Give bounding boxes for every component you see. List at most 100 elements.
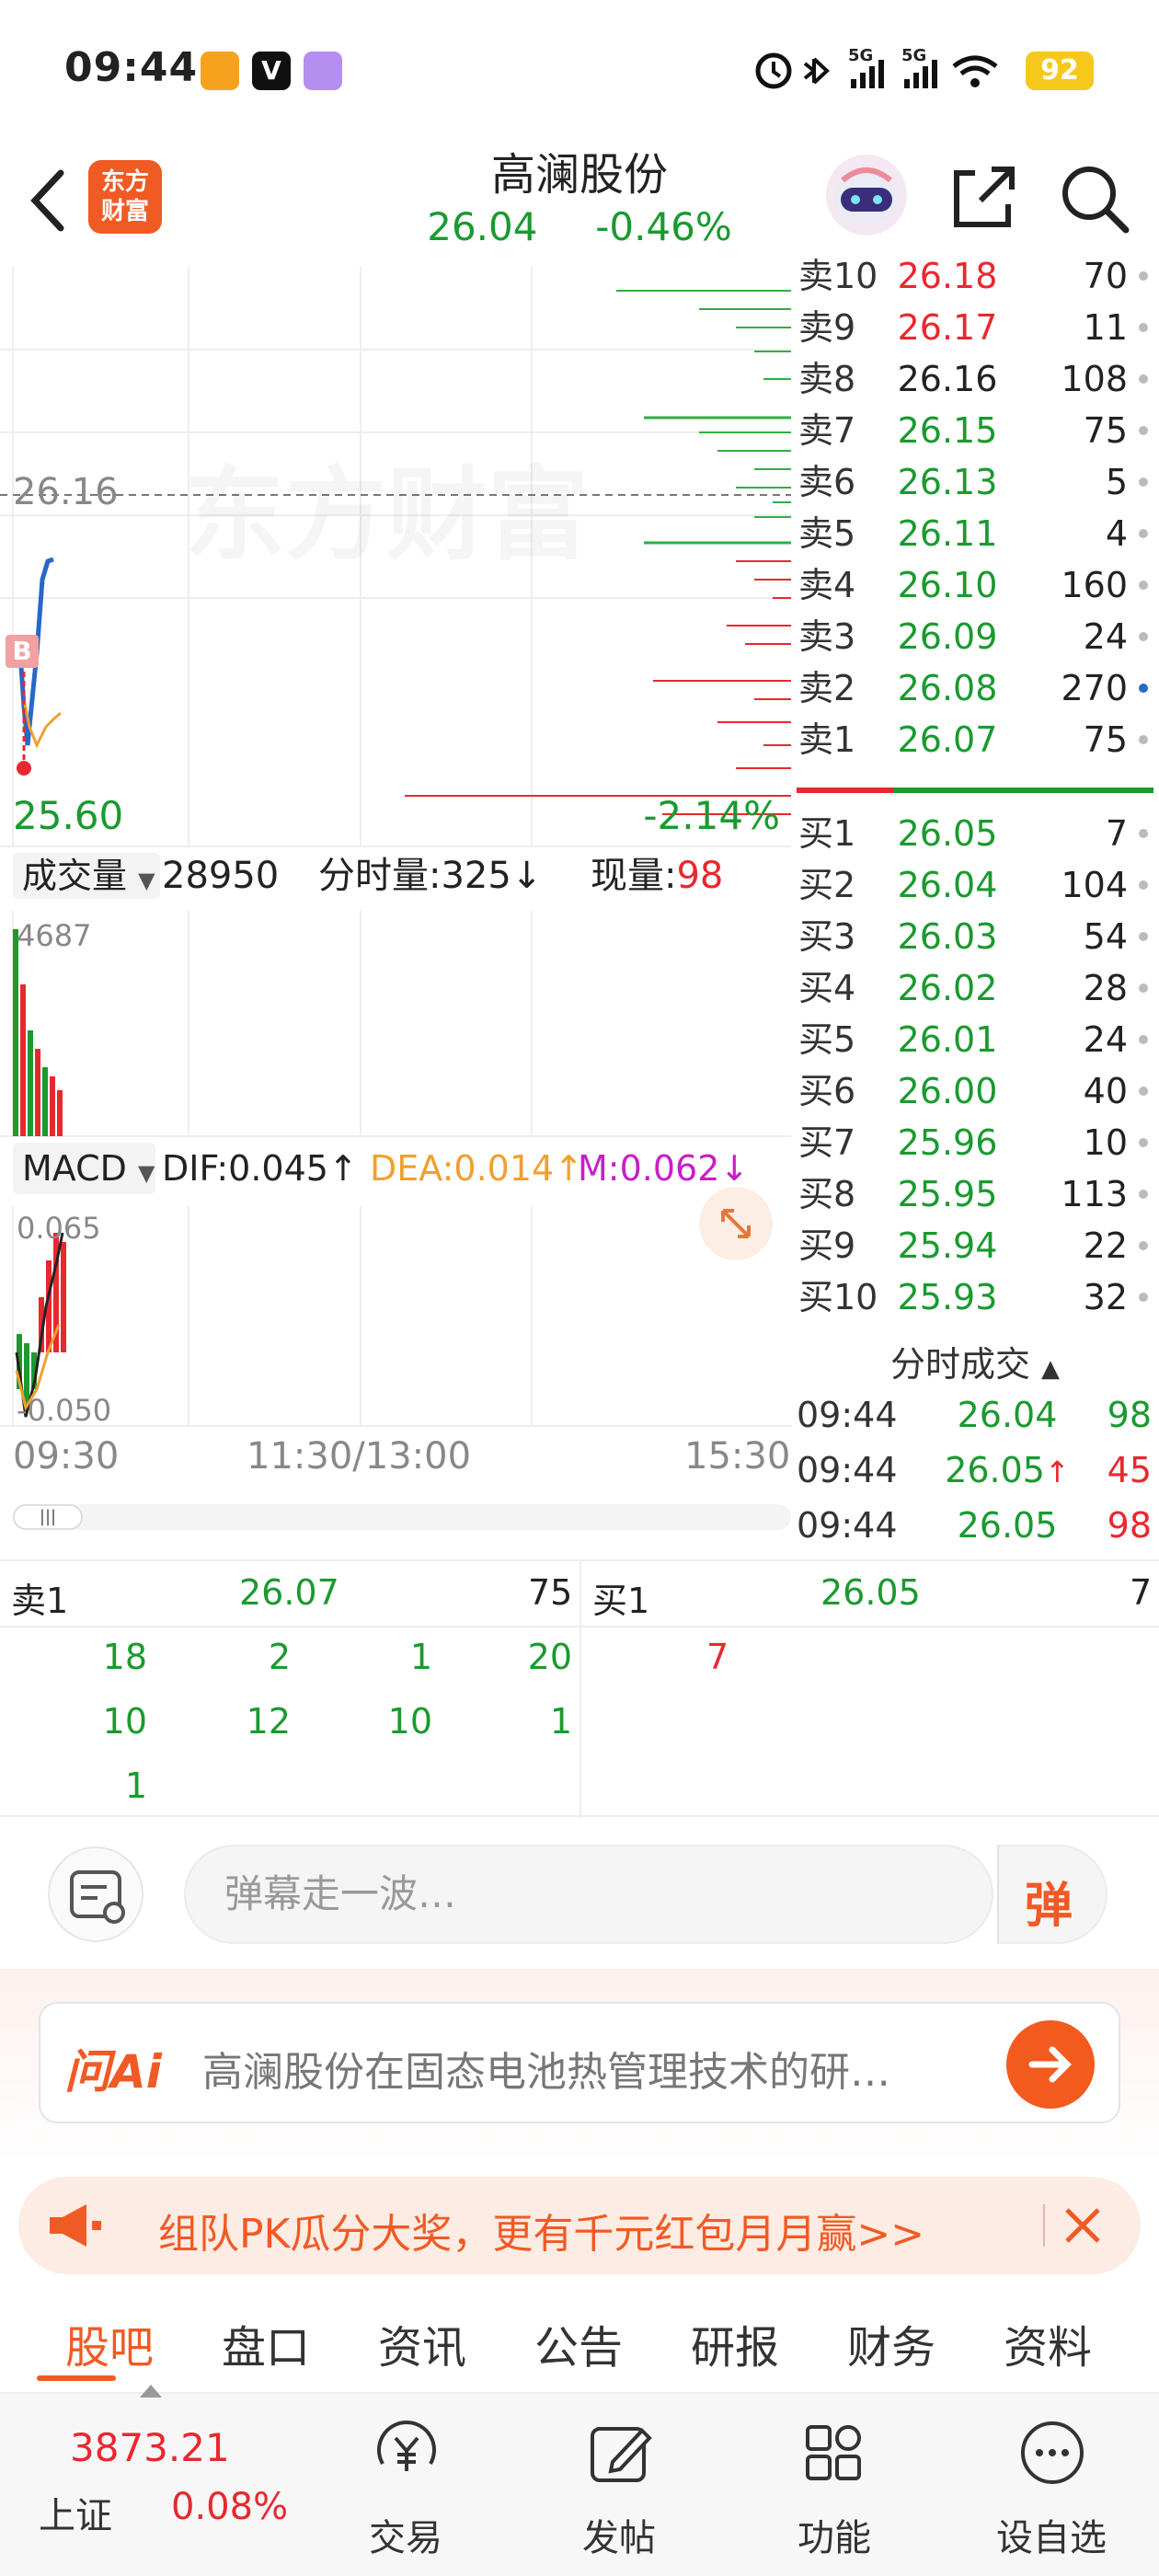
tab-2[interactable]: 资讯 xyxy=(344,2311,500,2375)
orderbook-row[interactable]: 卖6 26.13 5 xyxy=(791,456,1159,508)
level-label: 卖5 xyxy=(798,513,856,554)
danmu-settings-button[interactable] xyxy=(48,1846,143,1942)
level-volume: 113 xyxy=(1061,1174,1128,1214)
orderbook-row[interactable]: 买7 25.96 10 xyxy=(791,1117,1159,1168)
orderbook-row[interactable]: 卖2 26.08 270 xyxy=(791,662,1159,714)
search-icon[interactable] xyxy=(1056,160,1133,237)
level-indicator-dot xyxy=(1139,1241,1148,1250)
tab-1[interactable]: 盘口 xyxy=(188,2311,344,2375)
level-price: 26.02 xyxy=(897,968,998,1008)
low-pct-label: -2.14% xyxy=(643,793,780,838)
signal-5g-label: 5G xyxy=(901,46,927,65)
intraday-chart-area[interactable]: 东方财富 26.16 25.60 -2.14% B 成交量 ▼ 28950 分时… xyxy=(0,267,791,1555)
level-volume: 75 xyxy=(1083,719,1128,760)
level-volume: 40 xyxy=(1083,1071,1128,1111)
level-label: 卖2 xyxy=(798,668,856,708)
queue-buy-label: 买1 xyxy=(592,1581,650,1621)
ai-question-box[interactable]: 问Ai 高澜股份在固态电池热管理技术的研… xyxy=(39,2002,1120,2123)
trade-volume: 98 xyxy=(1107,1505,1152,1546)
ai-go-button[interactable] xyxy=(1006,2020,1095,2109)
bid-ask-ratio-bar xyxy=(797,788,1153,793)
level-indicator-dot xyxy=(1139,323,1148,332)
sell-queue-item: 1 xyxy=(409,1637,432,1677)
level-indicator-dot xyxy=(1139,684,1148,693)
orderbook-row[interactable]: 卖8 26.16 108 xyxy=(791,353,1159,405)
orderbook-row[interactable]: 买4 26.02 28 xyxy=(791,962,1159,1014)
orderbook-row[interactable]: 买6 26.00 40 xyxy=(791,1065,1159,1117)
index-quote[interactable]: 3873.21 上证 0.08% xyxy=(0,2385,331,2576)
level1-queue[interactable]: 卖1 26.07 75 买1 26.05 7 18 2 1 20 10 12 10 1 1 7 xyxy=(0,1559,1159,1819)
danmu-send-button[interactable]: 弹 xyxy=(997,1845,1107,1944)
nav-trade[interactable]: 交易 xyxy=(337,2394,475,2576)
tab-5[interactable]: 财务 xyxy=(813,2311,970,2375)
sell-queue-item: 10 xyxy=(387,1701,432,1742)
nav-functions[interactable]: 功能 xyxy=(765,2394,903,2576)
level-volume: 10 xyxy=(1083,1122,1128,1163)
orderbook-row[interactable]: 买3 26.03 54 xyxy=(791,911,1159,962)
ai-robot-icon[interactable] xyxy=(824,153,909,237)
level-volume: 24 xyxy=(1083,616,1128,657)
orderbook-row[interactable]: 卖4 26.10 160 xyxy=(791,559,1159,611)
ref-price-label: 26.16 xyxy=(13,471,119,513)
tab-4[interactable]: 研报 xyxy=(657,2311,813,2375)
orderbook-row[interactable]: 买8 25.95 113 xyxy=(791,1168,1159,1220)
buy-marker[interactable]: B xyxy=(6,635,39,668)
chart-scrollbar[interactable]: ||| xyxy=(13,1504,791,1530)
back-icon[interactable] xyxy=(24,164,79,237)
orderbook-row[interactable]: 卖7 26.15 75 xyxy=(791,405,1159,456)
signal-5g-label: 5G xyxy=(848,46,874,65)
tab-3[interactable]: 公告 xyxy=(500,2311,657,2375)
app-notification-icon xyxy=(304,52,342,90)
level-indicator-dot xyxy=(1139,1190,1148,1199)
app-notification-icon xyxy=(201,52,239,90)
level-label: 卖1 xyxy=(798,719,856,760)
orderbook-row[interactable]: 买2 26.04 104 xyxy=(791,859,1159,911)
macd-bars xyxy=(15,1232,66,1418)
trade-time: 09:44 xyxy=(797,1395,898,1435)
nav-post[interactable]: 发帖 xyxy=(550,2394,688,2576)
index-value: 3873.21 xyxy=(70,2425,230,2470)
level-label: 卖9 xyxy=(798,307,856,348)
level-price: 26.04 xyxy=(897,865,998,905)
orderbook-row[interactable]: 卖10 26.18 70 xyxy=(791,250,1159,302)
ai-section: 问Ai 高澜股份在固态电池热管理技术的研… xyxy=(0,1969,1159,2162)
orderbook-row[interactable]: 卖3 26.09 24 xyxy=(791,611,1159,662)
tab-0[interactable]: 股吧 xyxy=(31,2311,188,2375)
macd-dif: DIF:0.045↑ xyxy=(162,1148,358,1189)
level-volume: 108 xyxy=(1061,359,1128,399)
eastmoney-logo[interactable]: 东方 财富 xyxy=(88,160,162,234)
level-indicator-dot xyxy=(1139,983,1148,993)
queue-buy-price: 26.05 xyxy=(820,1572,921,1613)
orderbook-row[interactable]: 买9 25.94 22 xyxy=(791,1220,1159,1271)
tick-trades-header[interactable]: 分时成交 ▲ xyxy=(791,1336,1159,1386)
orderbook-row[interactable]: 买5 26.01 24 xyxy=(791,1014,1159,1065)
trade-price: 26.05 xyxy=(957,1505,1058,1546)
orderbook-row[interactable]: 卖5 26.11 4 xyxy=(791,508,1159,559)
level-volume: 104 xyxy=(1061,865,1128,905)
level-price: 25.95 xyxy=(897,1174,998,1214)
tab-6[interactable]: 资料 xyxy=(970,2311,1126,2375)
orderbook-row[interactable]: 卖1 26.07 75 xyxy=(791,714,1159,765)
close-icon[interactable] xyxy=(1058,2201,1107,2250)
scroll-handle[interactable]: ||| xyxy=(13,1504,83,1530)
danmu-input[interactable]: 弹幕走一波… xyxy=(184,1845,993,1944)
nav-add-watchlist[interactable]: 设自选 xyxy=(982,2394,1120,2576)
level-volume: 75 xyxy=(1083,410,1128,451)
low-price-label: 25.60 xyxy=(13,793,124,838)
volume-indicator-dropdown[interactable]: 成交量 ▼ xyxy=(13,853,160,899)
macd-indicator-dropdown[interactable]: MACD ▼ xyxy=(13,1143,155,1194)
ai-label: 问Ai xyxy=(64,2045,162,2099)
orderbook-row[interactable]: 买1 26.05 7 xyxy=(791,808,1159,859)
trade-time: 09:44 xyxy=(797,1450,898,1490)
orderbook-row[interactable]: 买10 25.93 32 xyxy=(791,1271,1159,1323)
level-label: 买8 xyxy=(798,1174,856,1214)
level-label: 卖4 xyxy=(798,565,856,605)
sell-queue-item: 10 xyxy=(102,1701,147,1742)
queue-buy-vol: 7 xyxy=(1130,1572,1153,1613)
orderbook-row[interactable]: 卖9 26.17 11 xyxy=(791,302,1159,353)
promo-banner[interactable]: 组队PK瓜分大奖，更有千元红包月月赢>> xyxy=(18,2177,1141,2274)
level-price: 26.09 xyxy=(897,616,998,657)
level-label: 买7 xyxy=(798,1122,856,1163)
share-icon[interactable] xyxy=(947,160,1021,234)
expand-chart-button[interactable] xyxy=(699,1187,773,1260)
